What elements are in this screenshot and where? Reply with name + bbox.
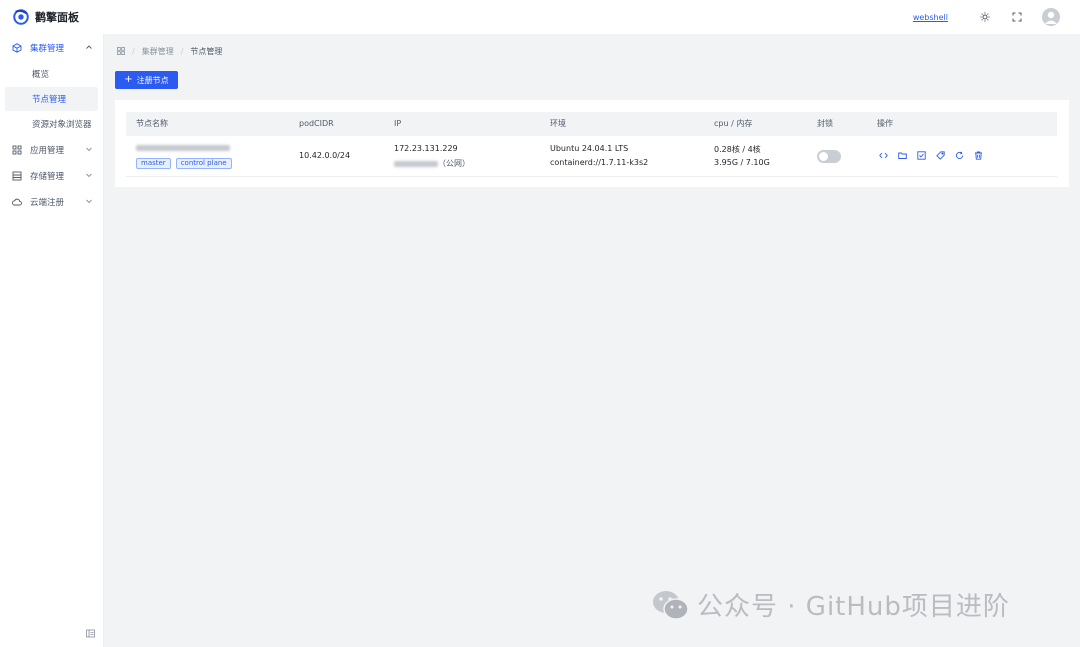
storage-icon xyxy=(12,171,22,181)
chevron-down-icon xyxy=(85,197,93,207)
chevron-down-icon xyxy=(85,145,93,155)
trash-icon[interactable] xyxy=(974,151,983,160)
register-node-button[interactable]: + 注册节点 xyxy=(115,71,178,89)
tag-control-plane: control plane xyxy=(175,158,232,169)
env-runtime: containerd://1.7.11-k3s2 xyxy=(550,158,649,167)
cpu-usage: 0.28核 / 4核 xyxy=(714,145,761,154)
sidebar-group-label: 应用管理 xyxy=(30,146,65,156)
chevron-up-icon xyxy=(85,43,93,53)
nodes-table: 节点名称 podCIDR IP 环境 cpu / 内存 封锁 操作 master… xyxy=(126,112,1057,177)
ip-public-redacted xyxy=(394,160,438,167)
node-name-redacted xyxy=(136,143,230,152)
col-node-name: 节点名称 xyxy=(136,119,168,128)
ip-private: 172.23.131.229 xyxy=(394,144,458,153)
sidebar-group-label: 存储管理 xyxy=(30,172,65,182)
toggle-knob xyxy=(819,152,828,161)
sidebar: 集群管理 概览 节点管理 资源对象浏览器 应用管理 存储管理 云端注册 xyxy=(0,34,104,647)
col-pod-cidr: podCIDR xyxy=(299,119,334,128)
cloud-icon xyxy=(12,197,22,207)
ip-public: （公网） xyxy=(394,158,470,169)
memory-usage: 3.95G / 7.10G xyxy=(714,158,770,167)
breadcrumb-cluster[interactable]: 集群管理 xyxy=(142,46,174,57)
sidebar-group-label: 云端注册 xyxy=(30,198,65,208)
sidebar-item-resource-browser[interactable]: 资源对象浏览器 xyxy=(5,112,98,136)
home-grid-icon[interactable] xyxy=(117,46,125,57)
folder-icon[interactable] xyxy=(898,151,907,160)
plus-icon: + xyxy=(124,74,133,85)
tag-master: master xyxy=(136,158,171,169)
sidebar-group-label: 集群管理 xyxy=(30,44,65,54)
col-env: 环境 xyxy=(550,119,566,128)
fullscreen-icon[interactable] xyxy=(1010,10,1024,24)
register-node-label: 注册节点 xyxy=(136,75,169,85)
breadcrumb-separator: / xyxy=(132,47,135,56)
breadcrumb: / 集群管理 / 节点管理 xyxy=(117,46,222,57)
checklist-icon[interactable] xyxy=(917,151,926,160)
chevron-down-icon xyxy=(85,171,93,181)
sidebar-item-overview[interactable]: 概览 xyxy=(5,62,98,86)
brand[interactable]: 鹳擎面板 xyxy=(12,8,79,26)
sun-icon[interactable] xyxy=(978,10,992,24)
env-os: Ubuntu 24.04.1 LTS xyxy=(550,144,629,153)
row-actions xyxy=(879,151,993,160)
brand-name: 鹳擎面板 xyxy=(35,11,79,24)
table-row: master control plane 10.42.0.0/24 172.23.… xyxy=(126,136,1057,177)
col-cpu-memory: cpu / 内存 xyxy=(714,119,753,128)
code-icon[interactable] xyxy=(879,151,888,160)
col-ip: IP xyxy=(394,119,402,128)
sidebar-item-nodes[interactable]: 节点管理 xyxy=(5,87,98,111)
nodes-card: 节点名称 podCIDR IP 环境 cpu / 内存 封锁 操作 master… xyxy=(115,100,1069,187)
watermark: 公众号 · GitHub项目进阶 xyxy=(651,586,1010,623)
user-avatar-icon[interactable] xyxy=(1042,8,1060,26)
ip-public-suffix: （公网） xyxy=(438,159,470,168)
breadcrumb-separator: / xyxy=(180,47,184,56)
wechat-icon xyxy=(653,590,689,620)
apps-icon xyxy=(12,145,22,155)
col-cordon: 封锁 xyxy=(817,119,833,128)
col-actions: 操作 xyxy=(877,119,893,128)
cordon-toggle[interactable] xyxy=(817,150,841,163)
sidebar-group-cluster[interactable]: 集群管理 xyxy=(0,35,103,61)
tag-icon[interactable] xyxy=(936,151,945,160)
refresh-icon[interactable] xyxy=(955,151,964,160)
logo-icon xyxy=(13,9,29,25)
top-header: 鹳擎面板 webshell xyxy=(0,0,1080,34)
cube-icon xyxy=(12,43,22,53)
collapse-sidebar-icon[interactable] xyxy=(84,627,96,639)
webshell-link[interactable]: webshell xyxy=(913,13,948,22)
table-header: 节点名称 podCIDR IP 环境 cpu / 内存 封锁 操作 xyxy=(126,112,1057,136)
sidebar-group-cloud-registration[interactable]: 云端注册 xyxy=(0,189,103,215)
sidebar-group-storage[interactable]: 存储管理 xyxy=(0,163,103,189)
watermark-text: 公众号 · GitHub项目进阶 xyxy=(697,592,1010,622)
sidebar-group-apps[interactable]: 应用管理 xyxy=(0,137,103,163)
node-tags: master control plane xyxy=(136,158,237,169)
breadcrumb-current: 节点管理 xyxy=(190,47,223,56)
pod-cidr-value: 10.42.0.0/24 xyxy=(299,151,351,160)
